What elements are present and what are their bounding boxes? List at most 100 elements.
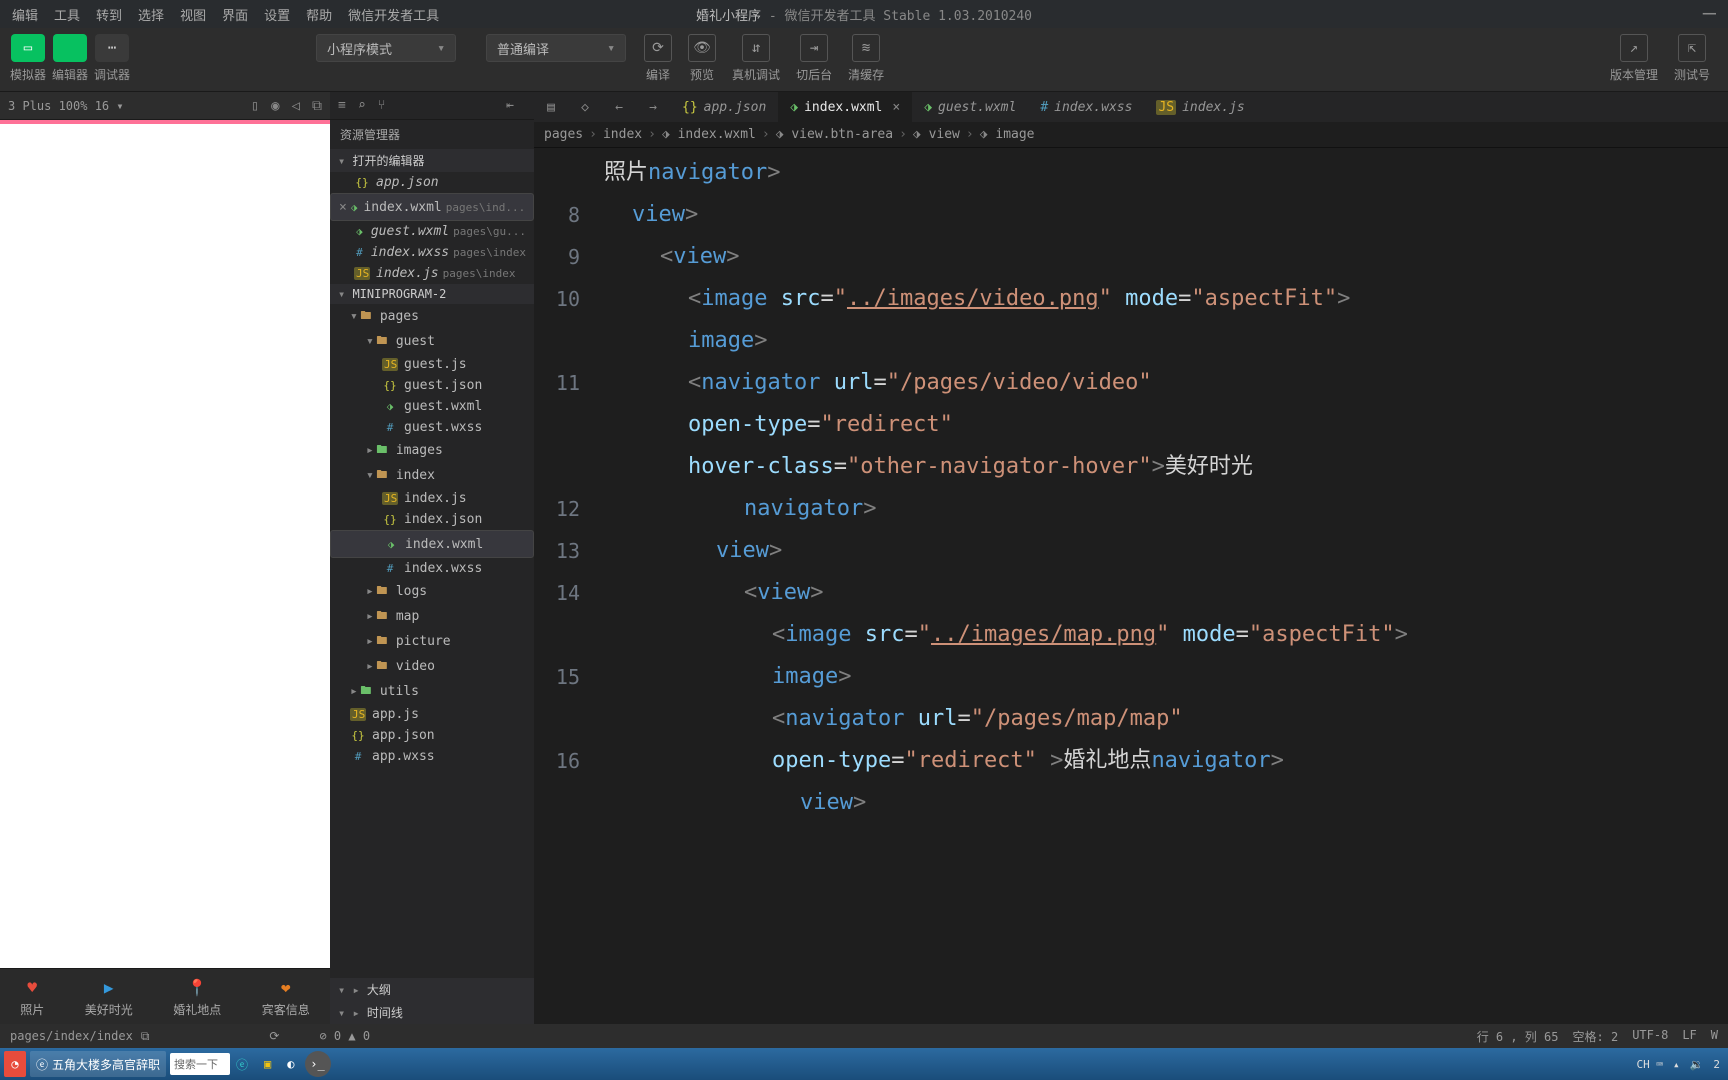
project-group[interactable]: MINIPROGRAM-2	[330, 284, 534, 304]
tree-index.wxss[interactable]: #index.wxss	[330, 558, 534, 579]
menu-icon[interactable]: ≡	[338, 98, 346, 113]
调试器-button[interactable]: ⋯调试器	[94, 34, 130, 83]
crumb-view[interactable]: ⬗ view	[913, 127, 960, 142]
status-path[interactable]: pages/index/index	[10, 1029, 133, 1043]
clock[interactable]: 2	[1713, 1058, 1720, 1071]
tab-index.js[interactable]: JSindex.js	[1144, 92, 1256, 122]
ime-indicator[interactable]: CH ⌨	[1637, 1058, 1664, 1071]
真机调试-button[interactable]: ⇵真机调试	[732, 34, 780, 83]
tree-map[interactable]: ▸ 🖿map	[330, 604, 534, 629]
编辑器-button[interactable]: 编辑器	[52, 34, 88, 83]
tree-images[interactable]: ▸ 🖿images	[330, 438, 534, 463]
open-index.wxss[interactable]: #index.wxsspages\index	[330, 242, 534, 263]
open-guest.wxml[interactable]: ⬗guest.wxmlpages\gu...	[330, 221, 534, 242]
tree-app.json[interactable]: {}app.json	[330, 725, 534, 746]
tab-guest.wxml[interactable]: ⬗guest.wxml	[912, 92, 1028, 122]
tree-logs[interactable]: ▸ 🖿logs	[330, 579, 534, 604]
indent[interactable]: 空格: 2	[1573, 1028, 1619, 1045]
tree-guest[interactable]: ▾ 🖿guest	[330, 329, 534, 354]
menu-工具[interactable]: 工具	[46, 9, 88, 24]
清缓存-button[interactable]: ≋清缓存	[848, 34, 884, 83]
menu-设置[interactable]: 设置	[256, 9, 298, 24]
menu-界面[interactable]: 界面	[214, 9, 256, 24]
cursor-pos[interactable]: 行 6 , 列 65	[1477, 1028, 1559, 1045]
code-editor[interactable]: 照片navigator>view><view><image src="../im…	[594, 148, 1728, 1024]
模拟器-button[interactable]: ▭模拟器	[10, 34, 46, 83]
volume-icon[interactable]: 🔉	[1690, 1058, 1704, 1071]
tray-up-icon[interactable]: ▴	[1673, 1058, 1680, 1071]
open-index.wxml[interactable]: ×⬗index.wxmlpages\ind...	[330, 193, 534, 221]
mute-icon[interactable]: ◁	[292, 98, 300, 114]
close-icon[interactable]: ×	[892, 100, 900, 115]
menu-视图[interactable]: 视图	[172, 9, 214, 24]
tree-pages[interactable]: ▾ 🖿pages	[330, 304, 534, 329]
tree-guest.wxml[interactable]: ⬗guest.wxml	[330, 396, 534, 417]
menu-微信开发者工具[interactable]: 微信开发者工具	[340, 9, 447, 24]
fwd-icon[interactable]: →	[636, 92, 670, 122]
测试号-button[interactable]: ⇱测试号	[1674, 34, 1710, 83]
tree-guest.js[interactable]: JSguest.js	[330, 354, 534, 375]
tree-index[interactable]: ▾ 🖿index	[330, 463, 534, 488]
detach-icon[interactable]: ⧉	[312, 98, 322, 114]
sync-icon[interactable]: ⟳	[269, 1029, 279, 1043]
search-box[interactable]: 搜索一下	[170, 1053, 230, 1075]
crumb-view.btn-area[interactable]: ⬗ view.btn-area	[776, 127, 893, 142]
版本管理-button[interactable]: ↗版本管理	[1610, 34, 1658, 83]
search-icon[interactable]: ⌕	[358, 98, 366, 113]
split-icon[interactable]: ▤	[534, 92, 568, 122]
compile-select[interactable]: 普通编译▾	[486, 34, 626, 62]
chrome-icon[interactable]: ◐	[281, 1051, 300, 1077]
tree-index.json[interactable]: {}index.json	[330, 509, 534, 530]
tab-index.wxml[interactable]: ⬗index.wxml×	[778, 92, 912, 122]
simnav-婚礼地点[interactable]: 📍婚礼地点	[173, 975, 221, 1018]
tree-app.wxss[interactable]: #app.wxss	[330, 746, 534, 767]
terminal-icon[interactable]: ›_	[305, 1051, 331, 1077]
menu-编辑[interactable]: 编辑	[4, 9, 46, 24]
record-icon[interactable]: ◉	[271, 98, 279, 114]
simnav-宾客信息[interactable]: ❤宾客信息	[262, 975, 310, 1018]
encoding[interactable]: UTF-8	[1632, 1028, 1668, 1045]
tree-utils[interactable]: ▸ 🖿utils	[330, 679, 534, 704]
simnav-美好时光[interactable]: ▶美好时光	[85, 975, 133, 1018]
预览-button[interactable]: 👁预览	[688, 34, 716, 83]
bookmark-icon[interactable]: ◇	[568, 92, 602, 122]
back-icon[interactable]: ←	[602, 92, 636, 122]
group-时间线[interactable]: ▸ 时间线	[330, 1001, 534, 1024]
tree-guest.json[interactable]: {}guest.json	[330, 375, 534, 396]
crumb-index[interactable]: index	[603, 127, 642, 142]
编译-button[interactable]: ⟳编译	[644, 34, 672, 83]
group-大纲[interactable]: ▸ 大纲	[330, 978, 534, 1001]
open-index.js[interactable]: JSindex.jspages\index	[330, 263, 534, 284]
git-icon[interactable]: ⑂	[378, 98, 386, 113]
breadcrumb[interactable]: pages ›index ›⬗ index.wxml ›⬗ view.btn-a…	[534, 122, 1728, 148]
lang[interactable]: W	[1711, 1028, 1718, 1045]
start-button[interactable]: ◔	[4, 1051, 26, 1077]
edge-icon[interactable]: ⓔ	[230, 1051, 254, 1077]
phone-icon[interactable]: ▯	[251, 98, 259, 114]
tree-index.wxml[interactable]: ⬗index.wxml	[330, 530, 534, 558]
tree-picture[interactable]: ▸ 🖿picture	[330, 629, 534, 654]
crumb-index.wxml[interactable]: ⬗ index.wxml	[662, 127, 756, 142]
tree-app.js[interactable]: JSapp.js	[330, 704, 534, 725]
open-app.json[interactable]: {}app.json	[330, 172, 534, 193]
ie-app[interactable]: ⓔ 五角大楼多高官辞职	[30, 1051, 166, 1077]
minimize-icon[interactable]: —	[1703, 8, 1716, 20]
menu-转到[interactable]: 转到	[88, 9, 130, 24]
device-select[interactable]: 3 Plus 100% 16 ▾	[8, 99, 124, 113]
open-editors-group[interactable]: 打开的编辑器	[330, 149, 534, 172]
eol[interactable]: LF	[1682, 1028, 1696, 1045]
simnav-照片[interactable]: ♥照片	[20, 975, 44, 1018]
tree-video[interactable]: ▸ 🖿video	[330, 654, 534, 679]
tab-index.wxss[interactable]: #index.wxss	[1028, 92, 1144, 122]
tree-index.js[interactable]: JSindex.js	[330, 488, 534, 509]
tab-app.json[interactable]: {}app.json	[670, 92, 778, 122]
mode-select[interactable]: 小程序模式▾	[316, 34, 456, 62]
切后台-button[interactable]: ⇥切后台	[796, 34, 832, 83]
copy-icon[interactable]: ⧉	[141, 1029, 150, 1044]
menu-帮助[interactable]: 帮助	[298, 9, 340, 24]
files-icon[interactable]: ▣	[258, 1051, 277, 1077]
simulator-view[interactable]	[0, 120, 330, 968]
tree-guest.wxss[interactable]: #guest.wxss	[330, 417, 534, 438]
crumb-image[interactable]: ⬗ image	[980, 127, 1035, 142]
menu-选择[interactable]: 选择	[130, 9, 172, 24]
